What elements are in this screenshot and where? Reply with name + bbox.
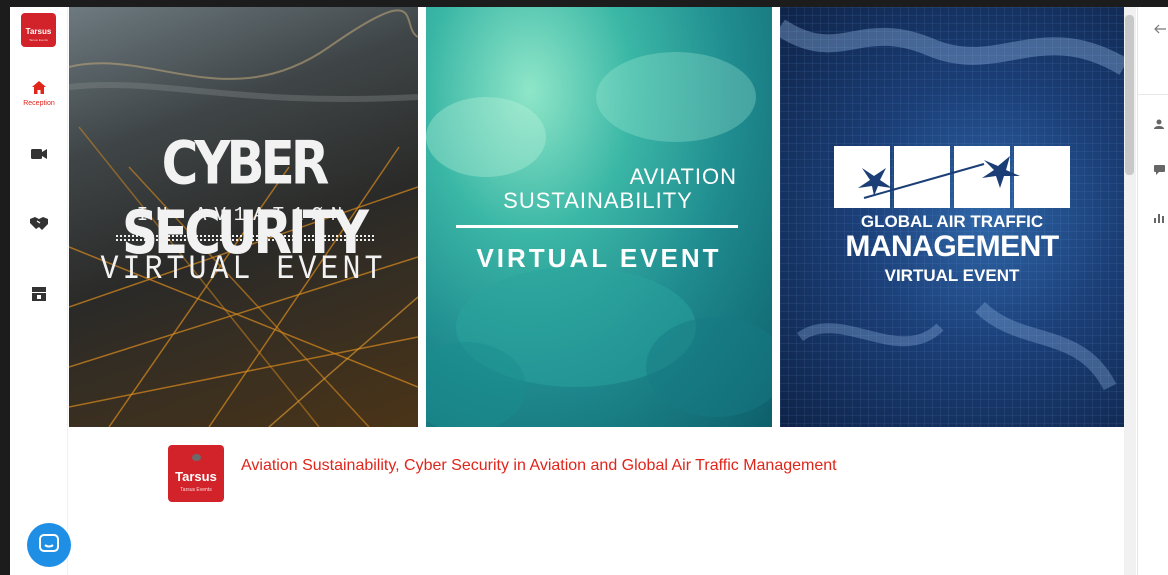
event-info: Tarsus Tarsus Events Aviation Sustainabi… — [69, 427, 1124, 575]
cyber-divider — [116, 235, 374, 241]
organizer-logo-subtext: Tarsus Events — [180, 487, 212, 493]
logo-mark — [192, 454, 201, 461]
tarsus-logo[interactable]: Tarsus Tarsus Events — [21, 13, 56, 47]
logo-text: Tarsus — [25, 27, 52, 36]
logo-subtext: Tarsus Events — [29, 38, 48, 42]
cyber-title: CYBER SECURITY — [122, 128, 369, 268]
left-nav: Tarsus Tarsus Events Reception — [10, 7, 68, 575]
chat-bubble-icon — [39, 534, 59, 552]
banner-panel-air-traffic-management[interactable]: GLOBAL AIR TRAFFIC MANAGEMENT VIRTUAL EV… — [780, 7, 1124, 427]
sustainability-title-line1: AVIATION — [629, 164, 737, 189]
organizer-logo-text: Tarsus — [175, 469, 217, 484]
scrollbar-thumb[interactable] — [1125, 15, 1134, 175]
nav-item-reception[interactable]: Reception — [10, 81, 68, 107]
nav-label-reception: Reception — [23, 100, 55, 107]
chat-icon[interactable] — [1154, 165, 1165, 175]
banner-panel-sustainability[interactable]: AVIATION SUSTAINABILITY VIRTUAL EVENT — [426, 7, 772, 427]
atm-event-label: VIRTUAL EVENT — [884, 266, 1020, 285]
plane-icon — [858, 156, 1020, 199]
event-title: Aviation Sustainability, Cyber Security … — [241, 457, 837, 474]
nav-item-exhibition[interactable] — [10, 287, 68, 301]
cyber-event-label: VIRTUAL EVENT — [100, 250, 387, 290]
cyber-subtitle: IN AV1AT1ØN — [136, 204, 351, 226]
sustainability-divider — [456, 225, 738, 228]
event-banner: CYBER SECURITY IN AV1AT1ØN VIRTUAL EVENT… — [69, 7, 1124, 427]
sustainability-event-label: VIRTUAL EVENT — [476, 243, 722, 273]
organizer-logo: Tarsus Tarsus Events — [168, 445, 224, 502]
banner-panel-cyber-security[interactable]: CYBER SECURITY IN AV1AT1ØN VIRTUAL EVENT — [69, 7, 418, 427]
atm-title-line1: GLOBAL AIR TRAFFIC — [860, 212, 1044, 231]
chat-launcher-button[interactable] — [27, 523, 71, 567]
nav-item-networking[interactable] — [10, 216, 68, 230]
user-icon[interactable] — [1154, 119, 1164, 129]
booth-icon — [32, 287, 46, 301]
handshake-icon — [30, 217, 48, 230]
video-camera-icon — [31, 149, 47, 159]
home-icon — [32, 81, 46, 94]
sustainability-title-line2: SUSTAINABILITY — [503, 188, 693, 213]
nav-item-video[interactable] — [10, 148, 68, 160]
right-panel-divider — [1138, 94, 1168, 95]
right-panel — [1137, 7, 1168, 575]
back-arrow-icon[interactable] — [1154, 24, 1166, 34]
clouds-graphic — [426, 52, 772, 427]
app-window: Tarsus Tarsus Events Reception CYBER SEC… — [10, 7, 1168, 575]
bar-chart-icon[interactable] — [1154, 213, 1164, 223]
atm-title-line2: MANAGEMENT — [845, 230, 1059, 263]
